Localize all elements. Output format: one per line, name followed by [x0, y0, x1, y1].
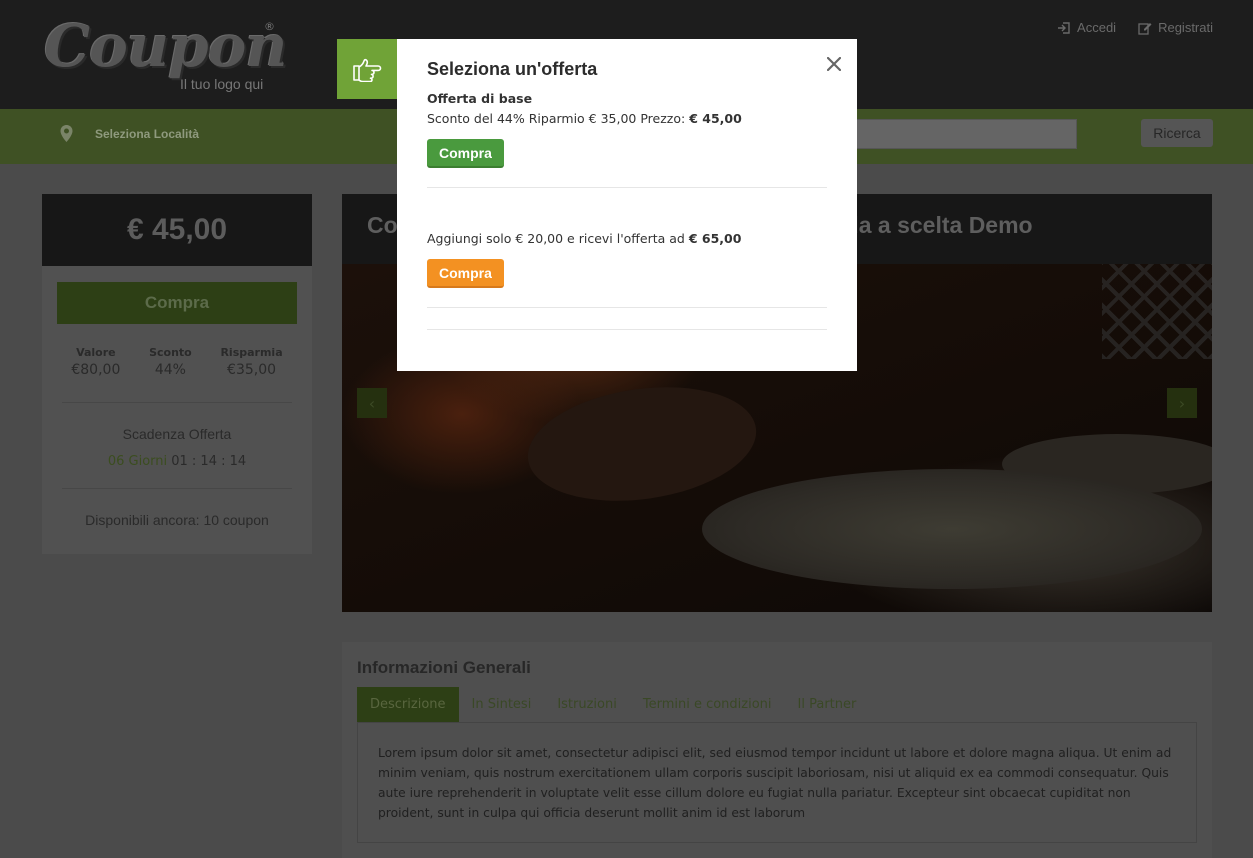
divider	[62, 488, 292, 489]
account-links: Accedi Registrati	[1057, 20, 1213, 35]
divider	[62, 402, 292, 403]
upgrade-offer-text: Aggiungi solo € 20,00 e ricevi l'offerta…	[427, 231, 685, 246]
divider	[427, 187, 827, 188]
tab-descrizione[interactable]: Descrizione	[357, 687, 459, 722]
tab-partner[interactable]: Il Partner	[785, 687, 870, 722]
divider	[427, 307, 827, 308]
stat-label: Risparmia	[220, 346, 283, 359]
availability-text: Disponibili ancora: 10 coupon	[85, 512, 269, 528]
stat-value: Valore €80,00	[71, 346, 120, 378]
countdown-time: 01 : 14 : 14	[171, 454, 247, 469]
carousel-prev-button[interactable]: ‹	[357, 388, 387, 418]
oven-grate	[1102, 264, 1212, 359]
site-logo[interactable]: Coupon ® Il tuo logo qui	[42, 12, 287, 96]
pizza-image	[702, 469, 1202, 589]
thumbs-pointing-hand-icon	[353, 58, 382, 82]
base-offer-text: Sconto del 44% Riparmio € 35,00 Prezzo:	[427, 111, 686, 126]
deal-sidebar: Compra Valore €80,00 Sconto 44% Risparmi…	[42, 266, 312, 554]
tab-termini[interactable]: Termini e condizioni	[630, 687, 785, 722]
divider	[427, 329, 827, 330]
deal-title-start: Co	[367, 212, 398, 238]
stat-amount: 44%	[154, 362, 186, 378]
info-title: Informazioni Generali	[357, 658, 531, 677]
expiry-title: Scadenza Offerta	[122, 426, 232, 442]
chevron-right-icon: ›	[1178, 393, 1186, 413]
stat-label: Sconto	[149, 346, 192, 359]
logo-registered-mark: ®	[264, 20, 275, 33]
search-button[interactable]: Ricerca	[1141, 119, 1213, 147]
deal-stats: Valore €80,00 Sconto 44% Risparmia €35,0…	[42, 346, 312, 378]
tab-in-sintesi[interactable]: In Sintesi	[459, 687, 545, 722]
countdown: 06 Giorni 01 : 14 : 14	[42, 454, 312, 469]
general-info-section: Informazioni Generali Descrizione In Sin…	[342, 642, 1212, 858]
stat-amount: €80,00	[71, 362, 121, 378]
upgrade-offer-details: Aggiungi solo € 20,00 e ricevi l'offerta…	[427, 231, 741, 246]
stat-savings: Risparmia €35,00	[220, 346, 282, 378]
select-offer-modal: Seleziona un'offerta Offerta di base Sco…	[397, 39, 857, 371]
map-pin-icon	[60, 125, 73, 142]
stat-label: Valore	[76, 346, 116, 359]
info-tabs: Descrizione In Sintesi Istruzioni Termin…	[357, 687, 869, 722]
base-offer-price: € 45,00	[689, 111, 742, 126]
base-offer-heading: Offerta di base	[427, 91, 533, 106]
deal-title-end: da a scelta Demo	[844, 212, 1033, 238]
location-selector[interactable]: Seleziona Località	[60, 125, 199, 142]
login-label: Accedi	[1077, 20, 1117, 35]
register-label: Registrati	[1158, 20, 1213, 35]
logo-tagline: Il tuo logo qui	[180, 76, 264, 92]
pizza-peel	[520, 373, 764, 515]
login-link[interactable]: Accedi	[1057, 20, 1116, 35]
modal-close-button[interactable]	[823, 53, 845, 75]
location-label: Seleziona Località	[95, 126, 200, 141]
register-link[interactable]: Registrati	[1138, 20, 1213, 35]
close-icon	[827, 57, 841, 71]
stat-amount: €35,00	[227, 362, 277, 378]
tab-istruzioni[interactable]: Istruzioni	[544, 687, 630, 722]
stat-discount: Sconto 44%	[149, 346, 192, 378]
modal-badge	[337, 39, 397, 99]
logo-wordmark: Coupon	[44, 12, 287, 80]
edit-icon	[1138, 22, 1152, 35]
chevron-left-icon: ‹	[368, 393, 376, 413]
countdown-days: 06 Giorni	[107, 454, 168, 469]
search-input[interactable]	[852, 119, 1077, 149]
carousel-next-button[interactable]: ›	[1167, 388, 1197, 418]
deal-price: € 45,00	[42, 194, 312, 266]
upgrade-offer-price: € 65,00	[688, 231, 742, 246]
base-offer-details: Sconto del 44% Riparmio € 35,00 Prezzo: …	[427, 111, 742, 126]
sign-in-icon	[1058, 21, 1070, 34]
description-text: Lorem ipsum dolor sit amet, consectetur …	[357, 722, 1197, 843]
base-offer-buy-button[interactable]: Compra	[427, 139, 504, 168]
modal-title: Seleziona un'offerta	[427, 59, 598, 79]
sidebar-buy-button[interactable]: Compra	[57, 282, 297, 324]
upgrade-offer-buy-button[interactable]: Compra	[427, 259, 504, 288]
